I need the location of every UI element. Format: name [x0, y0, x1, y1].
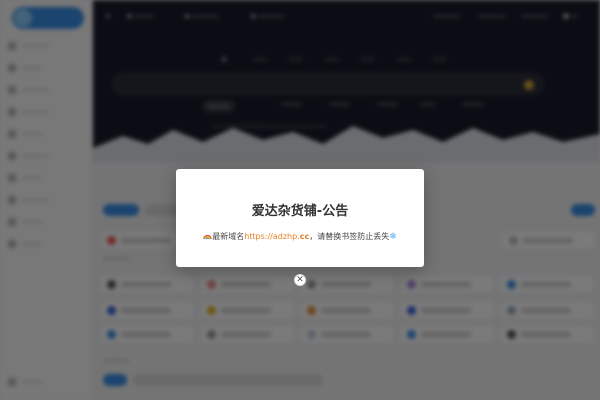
close-icon: ✕ [296, 274, 304, 285]
domain-link[interactable]: https://adzhp. [244, 232, 300, 241]
message-suffix: ，请替换书签防止丢失 [309, 232, 390, 241]
modal-message: 最新域名https://adzhp.cc，请替换书签防止丢失❄ [176, 231, 424, 242]
announcement-modal: 爱达杂货铺-公告 最新域名https://adzhp.cc，请替换书签防止丢失❄ [176, 169, 424, 267]
snowflake-icon: ❄ [389, 232, 397, 242]
domain-tld[interactable]: cc [300, 232, 309, 241]
message-prefix: 最新域名 [212, 232, 245, 241]
modal-title: 爱达杂货铺-公告 [251, 204, 349, 219]
rainbow-icon [203, 234, 212, 240]
close-button[interactable]: ✕ [294, 274, 306, 286]
